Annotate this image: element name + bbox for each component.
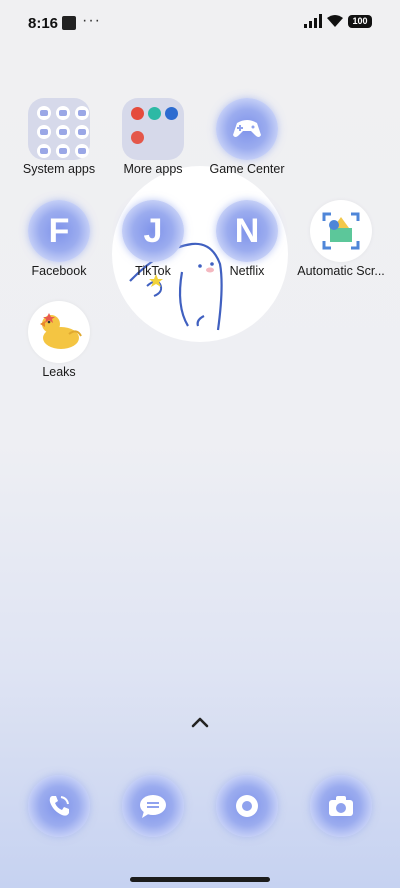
home-indicator[interactable] bbox=[130, 877, 270, 882]
app-label: Game Center bbox=[209, 162, 285, 176]
wifi-icon bbox=[327, 15, 343, 27]
system-apps-folder-icon bbox=[28, 98, 90, 160]
netflix-icon: N bbox=[216, 200, 278, 262]
app-facebook[interactable]: F Facebook bbox=[13, 200, 105, 278]
phone-icon bbox=[28, 775, 90, 837]
auto-screenshot-icon bbox=[310, 200, 372, 262]
tiktok-icon: J bbox=[122, 200, 184, 262]
dock-camera[interactable] bbox=[295, 775, 387, 837]
app-tiktok[interactable]: J TikTok bbox=[107, 200, 199, 278]
battery-icon: 100 bbox=[348, 15, 372, 28]
app-system-apps[interactable]: System apps bbox=[13, 98, 105, 176]
app-more-apps[interactable]: More apps bbox=[107, 98, 199, 176]
app-label: Leaks bbox=[42, 365, 76, 379]
status-time: 8:16 bbox=[28, 15, 59, 32]
browser-icon bbox=[216, 775, 278, 837]
gamepad-icon bbox=[216, 98, 278, 160]
app-game-center[interactable]: Game Center bbox=[201, 98, 293, 176]
dock-phone[interactable] bbox=[13, 775, 105, 837]
more-notifications-icon: ··· bbox=[82, 12, 101, 29]
messages-icon bbox=[122, 775, 184, 837]
app-automatic-screenshot[interactable]: Automatic Scr... bbox=[295, 200, 387, 278]
more-apps-folder-icon bbox=[122, 98, 184, 160]
signal-icon bbox=[304, 14, 322, 28]
facebook-icon: F bbox=[28, 200, 90, 262]
dock-messages[interactable] bbox=[107, 775, 199, 837]
chevron-up-icon[interactable] bbox=[189, 714, 211, 730]
dock-browser[interactable] bbox=[201, 775, 293, 837]
app-netflix[interactable]: N Netflix bbox=[201, 200, 293, 278]
duck-icon bbox=[28, 301, 90, 363]
app-leaks[interactable]: Leaks bbox=[13, 301, 105, 379]
app-label: Automatic Scr... bbox=[297, 264, 385, 278]
notification-icon bbox=[62, 16, 76, 30]
status-bar: 8:16 ··· 100 bbox=[0, 0, 400, 44]
camera-icon bbox=[310, 775, 372, 837]
